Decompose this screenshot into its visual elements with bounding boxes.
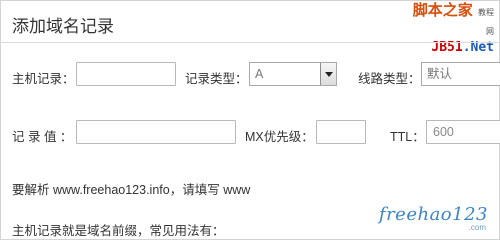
record-value-label: 记 录 值 ： — [12, 130, 73, 144]
header-divider — [1, 42, 499, 43]
line-type-value: 默认 — [427, 67, 453, 81]
mx-priority-label: MX优先级： — [245, 130, 314, 144]
site-logo-watermark: 脚本之家 教程网 JB51.Net — [408, 1, 494, 56]
record-value-input[interactable] — [76, 120, 236, 144]
record-type-value: A — [255, 67, 264, 81]
record-type-label: 记录类型： — [185, 72, 248, 86]
ttl-input[interactable]: 600 — [426, 120, 500, 144]
host-record-label: 主机记录： — [12, 72, 75, 86]
watermark-sub: .com — [468, 223, 486, 232]
ttl-label: TTL： — [390, 130, 425, 144]
logo-text-main: 脚本之家 — [412, 1, 473, 19]
mx-priority-input[interactable] — [316, 120, 366, 144]
page-title: 添加域名记录 — [12, 17, 114, 37]
line-type-label: 线路类型： — [358, 72, 421, 86]
freehao-watermark: freehao123 .com — [379, 206, 488, 232]
hint-text: 要解析 www.freehao123.info，请填写 www — [12, 183, 251, 197]
watermark-brand: freehao123 — [378, 204, 488, 225]
line-type-select[interactable]: 默认 — [421, 62, 500, 86]
host-record-input[interactable] — [76, 62, 176, 86]
record-type-select[interactable]: A — [249, 62, 337, 86]
description-text: 主机记录就是域名前缀，常见用法有： — [12, 224, 225, 238]
chevron-down-icon[interactable] — [320, 63, 336, 85]
logo-text-small: 教程网 — [478, 8, 494, 36]
